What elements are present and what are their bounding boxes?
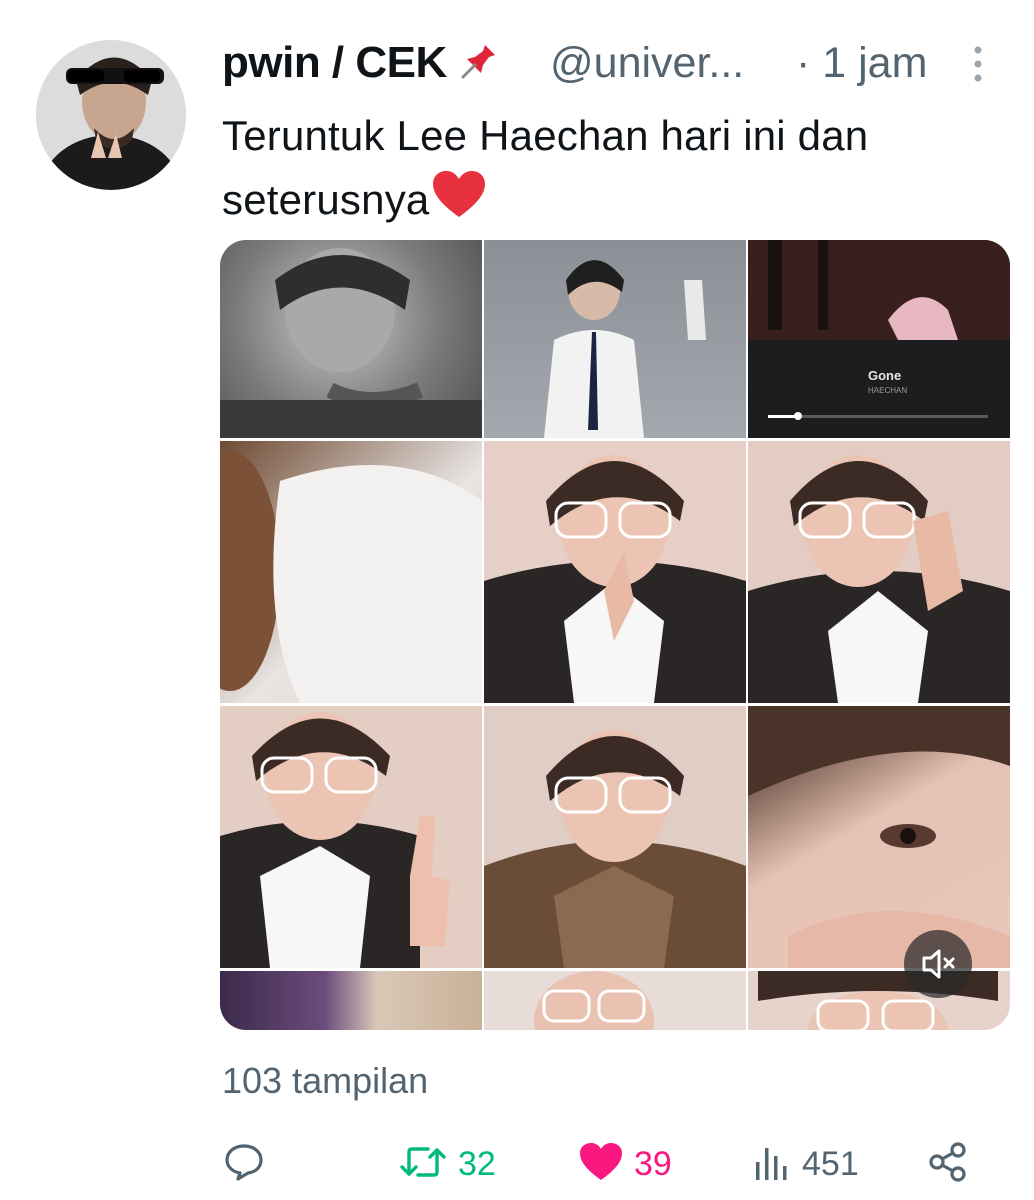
view-count: 103 tampilan [222, 1060, 429, 1101]
tweet-header: pwin / CEK @univer... · 1 jam [222, 34, 1002, 94]
analytics-count: 451 [802, 1144, 859, 1183]
player-song-title: Gone [868, 368, 902, 383]
author-name-row[interactable]: pwin / CEK [222, 34, 505, 96]
like-button[interactable]: 39 [578, 1138, 672, 1190]
music-player-screenshot: Gone HAECHAN [748, 240, 1010, 438]
retweet-icon [398, 1140, 448, 1189]
reply-button[interactable] [222, 1138, 266, 1190]
like-count: 39 [634, 1144, 672, 1183]
retweet-button[interactable]: 32 [398, 1138, 496, 1190]
collage-photo [484, 971, 746, 1030]
collage-photo [748, 441, 1010, 703]
avatar-image [36, 40, 186, 190]
collage-photo [484, 706, 746, 968]
player-artist: HAECHAN [868, 386, 908, 395]
author-handle[interactable]: @univer... [550, 34, 744, 92]
tweet-text-line-2-words: seterusnya [222, 176, 430, 223]
tweet-text-line-1: Teruntuk Lee Haechan hari ini dan [222, 112, 869, 159]
tweet-text-line-2: seterusnya [222, 168, 1002, 238]
reply-icon [222, 1140, 266, 1189]
volume-muted-icon[interactable] [904, 930, 972, 998]
analytics-button[interactable]: 451 [752, 1138, 859, 1190]
red-heart-icon [431, 170, 487, 238]
collage-photo [484, 441, 746, 703]
retweet-count: 32 [458, 1144, 496, 1183]
photo-collage: Gone HAECHAN [220, 240, 1010, 1030]
author-avatar[interactable] [36, 40, 186, 190]
heart-filled-icon [578, 1141, 624, 1188]
collage-photo [220, 441, 482, 703]
author-display-name[interactable]: pwin / CEK [222, 38, 447, 87]
tweet-actions-bar: 32 39 451 [222, 1138, 1022, 1190]
share-button[interactable] [926, 1138, 970, 1190]
collage-photo [220, 971, 482, 1030]
video-media[interactable]: Gone HAECHAN [220, 240, 1010, 1030]
share-icon [926, 1140, 970, 1189]
collage-photo [484, 240, 746, 438]
pushpin-icon [459, 35, 505, 96]
more-options-icon[interactable] [968, 44, 988, 84]
analytics-bars-icon [752, 1140, 792, 1189]
tweet-text: Teruntuk Lee Haechan hari ini dan seteru… [222, 104, 1002, 238]
collage-photo [220, 706, 482, 968]
collage-photo [748, 706, 1010, 968]
tweet-timestamp[interactable]: · 1 jam [796, 34, 927, 92]
collage-photo [220, 240, 482, 438]
